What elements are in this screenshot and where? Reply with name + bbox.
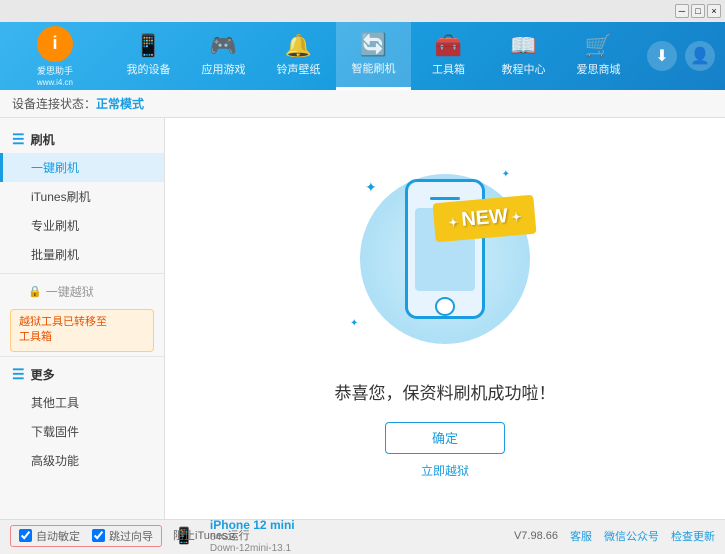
- sidebar-item-othertools[interactable]: 其他工具: [0, 388, 164, 417]
- nav-item-mydevice[interactable]: 📱 我的设备: [111, 22, 186, 90]
- nav-right: ⬇ 👤: [647, 41, 715, 71]
- tools-icon: 🧰: [435, 35, 462, 57]
- success-text: 恭喜您，保资料刷机成功啦！: [335, 379, 556, 404]
- main-area: ☰ 刷机 一键刷机 iTunes刷机 专业刷机 批量刷机 🔒 一键越狱 越狱工具…: [0, 118, 725, 519]
- nav-label-ringtone: 铃声壁纸: [277, 61, 321, 77]
- nav-label-tutorials: 教程中心: [502, 61, 546, 77]
- user-button[interactable]: 👤: [685, 41, 715, 71]
- download-button[interactable]: ⬇: [647, 41, 677, 71]
- nav-item-ringtone[interactable]: 🔔 铃声壁纸: [261, 22, 336, 90]
- customer-service-link[interactable]: 客服: [570, 528, 592, 544]
- logo-area: i 爱思助手 www.i4.cn: [10, 26, 100, 87]
- phone-speaker: [430, 197, 460, 201]
- tutorials-icon: 📖: [510, 35, 537, 57]
- autolock-label: 自动敏定: [36, 528, 80, 544]
- confirm-button[interactable]: 确定: [385, 422, 505, 454]
- jailbreak-link[interactable]: 立即越狱: [421, 462, 469, 479]
- more-section-icon: ☰: [12, 366, 25, 383]
- bottom-right: V7.98.66 客服 微信公众号 检查更新: [514, 528, 715, 544]
- flash-section-label: 刷机: [31, 131, 55, 148]
- minimize-button[interactable]: ─: [675, 4, 689, 18]
- nav-label-tools: 工具箱: [432, 61, 465, 77]
- nav-items: 📱 我的设备 🎮 应用游戏 🔔 铃声壁纸 🔄 智能刷机 🧰 工具箱 📖 教程中心…: [100, 22, 647, 90]
- mydevice-icon: 📱: [135, 35, 162, 57]
- nav-item-flash[interactable]: 🔄 智能刷机: [336, 22, 411, 90]
- phone-home-button: [435, 297, 455, 316]
- lock-icon: 🔒: [28, 285, 42, 298]
- nav-item-shop[interactable]: 🛒 爱思商城: [561, 22, 636, 90]
- sidebar-section-flash: ☰ 刷机: [0, 126, 164, 153]
- skipwizard-checkbox[interactable]: [92, 529, 105, 542]
- bottom-bar: 自动敏定 跳过向导 📱 iPhone 12 mini 64GB Down-12m…: [0, 519, 725, 551]
- sidebar-item-oneclick[interactable]: 一键刷机: [0, 153, 164, 182]
- nav-label-mydevice: 我的设备: [127, 61, 171, 77]
- sidebar-notice: 越狱工具已转移至工具箱: [10, 309, 154, 352]
- nav-label-apps: 应用游戏: [202, 61, 246, 77]
- close-button[interactable]: ×: [707, 4, 721, 18]
- shop-icon: 🛒: [585, 35, 612, 57]
- sidebar-item-firmware[interactable]: 下载固件: [0, 417, 164, 446]
- itunes-status: 阻止iTunes运行: [165, 519, 258, 551]
- device-status-bar: 设备连接状态： 正常模式: [0, 90, 725, 118]
- notice-text: 越狱工具已转移至工具箱: [19, 316, 107, 343]
- check-update-link[interactable]: 检查更新: [671, 528, 715, 544]
- jailbreak-label: 一键越狱: [46, 283, 94, 300]
- flash-section-icon: ☰: [12, 131, 25, 148]
- nav-label-flash: 智能刷机: [352, 60, 396, 76]
- sidebar-item-itunes[interactable]: iTunes刷机: [0, 182, 164, 211]
- checkbox-skipwizard[interactable]: 跳过向导: [92, 528, 153, 544]
- sidebar-item-advanced[interactable]: 高级功能: [0, 446, 164, 475]
- ringtone-icon: 🔔: [285, 35, 312, 57]
- restore-button[interactable]: □: [691, 4, 705, 18]
- checkbox-container: 自动敏定 跳过向导: [10, 525, 162, 547]
- sparkle-2: ✦: [502, 169, 510, 180]
- nav-label-shop: 爱思商城: [577, 61, 621, 77]
- sparkle-1: ✦: [365, 179, 377, 196]
- new-banner: NEW: [432, 194, 536, 242]
- nav-item-tutorials[interactable]: 📖 教程中心: [486, 22, 561, 90]
- content-area: ✦ ✦ ✦ NEW 恭喜您，保资料刷机成功啦！ 确定 立即越狱: [165, 118, 725, 519]
- wechat-link[interactable]: 微信公众号: [604, 528, 659, 544]
- sidebar-section-more: ☰ 更多: [0, 361, 164, 388]
- sidebar-item-jailbreak: 🔒 一键越狱: [0, 278, 164, 305]
- nav-item-tools[interactable]: 🧰 工具箱: [411, 22, 486, 90]
- more-section-label: 更多: [31, 366, 55, 383]
- sidebar-divider-2: [0, 356, 164, 357]
- apps-icon: 🎮: [210, 35, 237, 57]
- title-bar: ─ □ ×: [0, 0, 725, 22]
- sidebar: ☰ 刷机 一键刷机 iTunes刷机 专业刷机 批量刷机 🔒 一键越狱 越狱工具…: [0, 118, 165, 519]
- logo-appname: 爱思助手 www.i4.cn: [37, 64, 73, 87]
- autolock-checkbox[interactable]: [19, 529, 32, 542]
- logo-icon: i: [37, 26, 73, 62]
- status-value: 正常模式: [96, 95, 144, 112]
- sidebar-item-batch[interactable]: 批量刷机: [0, 240, 164, 269]
- version-label: V7.98.66: [514, 530, 558, 542]
- skipwizard-label: 跳过向导: [109, 528, 153, 544]
- nav-item-apps[interactable]: 🎮 应用游戏: [186, 22, 261, 90]
- success-illustration: ✦ ✦ ✦ NEW: [335, 159, 555, 359]
- top-nav: i 爱思助手 www.i4.cn 📱 我的设备 🎮 应用游戏 🔔 铃声壁纸 🔄 …: [0, 22, 725, 90]
- sparkle-3: ✦: [350, 318, 358, 329]
- checkbox-autolock[interactable]: 自动敏定: [19, 528, 80, 544]
- sidebar-divider-1: [0, 273, 164, 274]
- sidebar-item-pro[interactable]: 专业刷机: [0, 211, 164, 240]
- status-prefix: 设备连接状态：: [12, 95, 96, 112]
- flash-icon: 🔄: [360, 34, 387, 56]
